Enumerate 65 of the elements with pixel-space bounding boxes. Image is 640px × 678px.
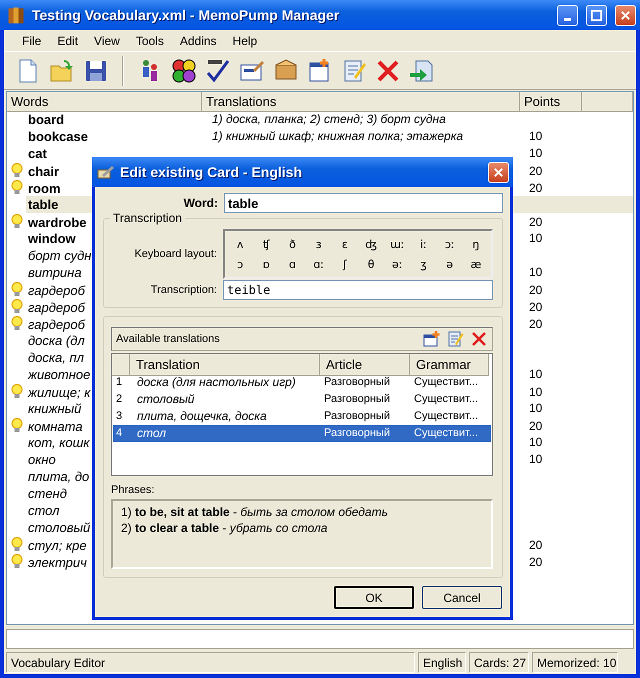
word-cell-text: комната [27, 418, 83, 435]
word-cell-text: плита, до [27, 468, 90, 485]
translation-text: стол [136, 425, 168, 442]
points-cell-text: 10 [528, 384, 544, 401]
grammar-text: Существит... [413, 409, 480, 424]
word-cell-text: гардероб [27, 316, 85, 333]
word-cell-text: стул; кре [27, 537, 87, 554]
row-number: 2 [115, 392, 124, 407]
points-cell-text: 20 [528, 554, 544, 571]
points-cell-text: 20 [528, 282, 544, 299]
row-number: 4 [115, 426, 124, 441]
grammar-text: Существит... [413, 392, 480, 407]
word-cell-text: жилище; к [26, 384, 90, 401]
points-cell-text: 20 [528, 418, 544, 435]
row-number: 1 [115, 375, 124, 390]
field-label: Transcription: [150, 284, 217, 296]
word-cell-text: электрич [27, 554, 87, 571]
points-cell-text: 20 [528, 299, 544, 316]
word-cell-text: окно [27, 451, 56, 468]
word-cell-text: кот, кошк [27, 434, 90, 451]
field-label: Word: [182, 196, 218, 210]
word-cell-text: chair [27, 163, 60, 180]
dialog-title: Edit existing Card - English [120, 164, 304, 180]
points-cell-text: 10 [528, 400, 544, 417]
group-title: Transcription [110, 211, 185, 225]
translation-text: столовый [136, 391, 196, 408]
points-cell-text: 10 [528, 434, 544, 451]
window-title: Testing Vocabulary.xml - MemoPump Manager [32, 7, 340, 23]
word-cell-text: bookcase [27, 128, 88, 145]
points-cell-text: 20 [528, 316, 544, 333]
grammar-text: Существит... [413, 375, 480, 390]
phrase-text: 2) to clear a table - убрать со стола [121, 520, 328, 536]
points-cell-text: 20 [528, 214, 544, 231]
word-cell-text: board [27, 111, 64, 128]
status-cards: Cards: 27 [469, 652, 529, 673]
article-text: Разговорный [323, 409, 391, 424]
points-cell-text: 10 [528, 451, 544, 468]
translation-cell-text: 1) доска, планка; 2) стенд; 3) борт судна [211, 111, 446, 128]
status-text: Vocabulary Editor [6, 652, 415, 673]
points-cell-text: 10 [528, 145, 544, 162]
word-cell-text: wardrobe [27, 214, 87, 231]
status-memorized: Memorized: 10 [532, 652, 618, 673]
translation-cell-text: 1) книжный шкаф; книжная полка; этажерка [211, 128, 464, 145]
translation-text: доска (для настольных игр) [136, 374, 297, 391]
word-cell-text: гардероб [27, 299, 85, 316]
word-cell-text: cat [27, 145, 47, 162]
word-cell-text: книжный [27, 400, 82, 417]
field-label: Keyboard layout: [133, 248, 217, 260]
word-cell-text: room [27, 180, 60, 197]
points-cell-text: 20 [528, 163, 544, 180]
word-cell-text: гардероб [27, 282, 85, 299]
status-language: English [418, 652, 466, 673]
phrase-text: 1) to be, sit at table - быть за столом обедать [121, 504, 389, 520]
translation-text: плита, дощечка, доска [136, 408, 268, 425]
row-number: 3 [115, 409, 124, 424]
word-cell-text: table [27, 196, 58, 213]
article-text: Разговорный [323, 426, 391, 441]
panel-title: Available translations [116, 333, 221, 345]
points-cell-text: 10 [528, 128, 544, 145]
article-text: Разговорный [323, 375, 391, 390]
points-cell-text: 20 [528, 537, 544, 554]
grammar-text: Существит... [413, 426, 480, 441]
points-cell-text: 20 [528, 180, 544, 197]
phrases-label: Phrases: [111, 484, 156, 496]
article-text: Разговорный [323, 392, 391, 407]
